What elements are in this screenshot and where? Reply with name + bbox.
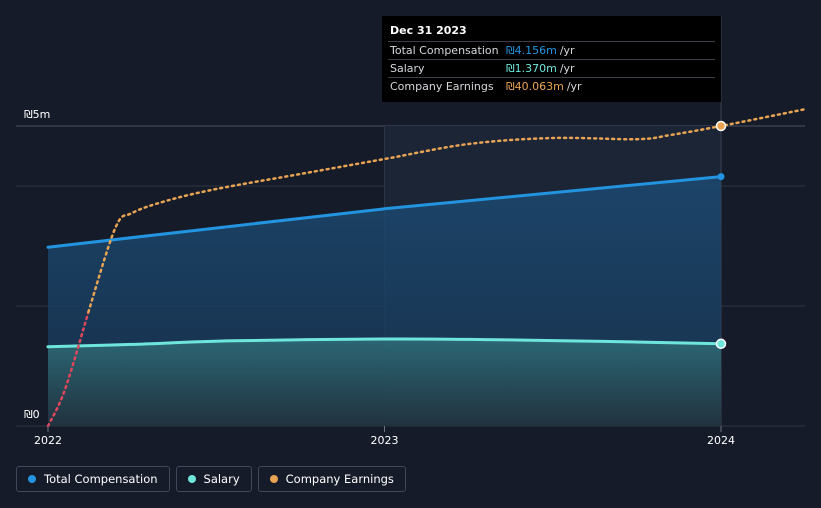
total-compensation-marker (717, 173, 725, 181)
legend-item-company-earnings[interactable]: Company Earnings (257, 466, 406, 492)
x-tick-label: 2022 (34, 434, 62, 447)
company-earnings-marker (715, 120, 727, 132)
tooltip-label: Salary (390, 62, 425, 75)
tooltip: Dec 31 2023 Total Compensation ₪4.156m /… (382, 16, 721, 102)
legend-item-salary[interactable]: Salary (175, 466, 252, 492)
legend-item-total-compensation[interactable]: Total Compensation (16, 466, 170, 492)
legend-label: Total Compensation (44, 472, 158, 486)
tooltip-row-earnings: Company Earnings ₪40.063m /yr (388, 77, 715, 95)
tooltip-label: Company Earnings (390, 80, 494, 93)
legend-dot-icon (187, 475, 196, 483)
y-tick-label: ₪0 (24, 408, 40, 421)
y-tick-label: ₪5m (24, 108, 50, 121)
legend: Total Compensation Salary Company Earnin… (16, 466, 406, 492)
tooltip-value: ₪4.156m (506, 44, 557, 57)
tooltip-value: ₪40.063m (506, 80, 564, 93)
salary-marker (715, 338, 727, 350)
tooltip-row-salary: Salary ₪1.370m /yr (388, 59, 715, 77)
salary-area (48, 338, 721, 426)
tooltip-label: Total Compensation (390, 44, 499, 57)
legend-dot-icon (269, 475, 278, 483)
tooltip-unit: /yr (559, 44, 575, 57)
legend-dot-icon (28, 475, 36, 483)
tooltip-row-total: Total Compensation ₪4.156m /yr (388, 41, 715, 59)
x-tick-label: 2024 (707, 434, 735, 447)
tooltip-unit: /yr (566, 80, 582, 93)
tooltip-date: Dec 31 2023 (390, 24, 467, 37)
tooltip-value: ₪1.370m (506, 62, 557, 75)
legend-label: Company Earnings (285, 472, 394, 486)
tooltip-unit: /yr (559, 62, 575, 75)
areas (48, 176, 721, 426)
x-tick-label: 2023 (371, 434, 399, 447)
legend-label: Salary (203, 472, 240, 486)
